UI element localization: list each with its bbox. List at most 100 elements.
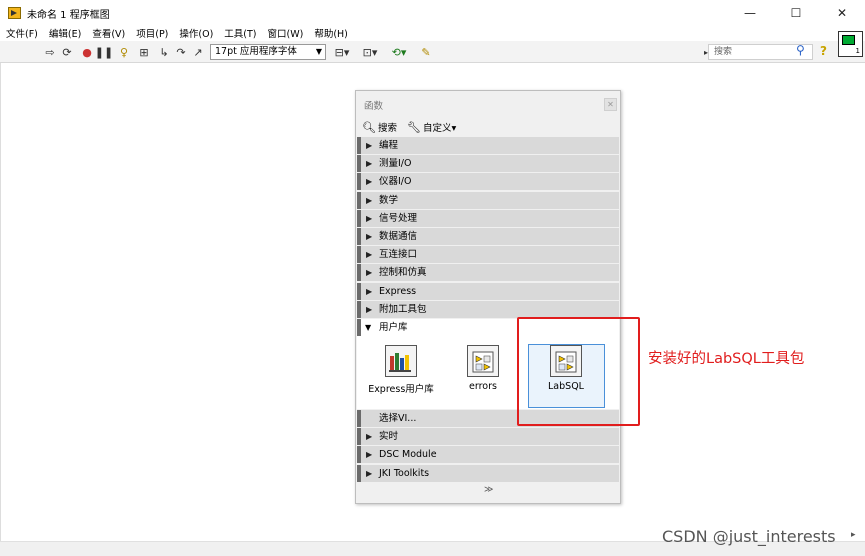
run-arrow-icon[interactable]: ⇨: [43, 45, 57, 59]
expand-triangle-icon: ▶: [366, 286, 373, 296]
expand-triangle-icon: ▶: [366, 159, 373, 169]
vi-library-icon: [467, 345, 499, 377]
category-measurement-io[interactable]: ▶ 测量I/O: [357, 155, 619, 173]
context-help-button[interactable]: ?: [820, 44, 832, 60]
category-express[interactable]: ▶ Express: [357, 282, 619, 300]
category-mathematics[interactable]: ▶ 数学: [357, 191, 619, 209]
palette-customize-button[interactable]: 🔧︎ 自定义▾: [406, 120, 457, 135]
category-label: JKI Toolkits: [379, 467, 430, 479]
library-label: errors: [469, 381, 497, 392]
menu-tools[interactable]: 工具(T): [224, 26, 256, 40]
distribute-objects-icon[interactable]: ⊡▾: [361, 45, 379, 59]
category-programming[interactable]: ▶ 编程: [357, 137, 619, 154]
palette-title: 函数: [364, 101, 384, 112]
expand-triangle-icon: ▶: [366, 250, 373, 260]
title-bar: 未命名 1 程序框图 — ☐ ✕: [0, 0, 865, 26]
books-icon: [385, 345, 417, 377]
category-connectivity[interactable]: ▶ 互连接口: [357, 246, 619, 264]
library-express-user-libraries[interactable]: Express用户库: [368, 345, 434, 395]
vi-icon[interactable]: 1: [838, 31, 863, 57]
annotation-highlight-box: [517, 317, 640, 426]
watermark: CSDN @just_interests: [662, 527, 836, 546]
menu-window[interactable]: 窗口(W): [268, 26, 304, 40]
category-control-simulation[interactable]: ▶ 控制和仿真: [357, 264, 619, 282]
step-into-icon[interactable]: ↳: [157, 45, 171, 59]
category-label: 附加工具包: [379, 303, 427, 315]
expand-triangle-icon: ▶: [366, 195, 373, 205]
reorder-icon[interactable]: ⟲▾: [390, 45, 408, 59]
palette-close-button[interactable]: ✕: [604, 98, 617, 111]
align-objects-icon[interactable]: ⊟▾: [333, 45, 351, 59]
magnifier-icon: 🔍︎: [362, 120, 376, 134]
scroll-right-icon[interactable]: ▸: [851, 530, 856, 540]
expand-triangle-icon: ▶: [366, 432, 373, 442]
category-data-communication[interactable]: ▶ 数据通信: [357, 227, 619, 245]
step-over-icon[interactable]: ↷: [174, 45, 188, 59]
run-continuously-icon[interactable]: ⟳: [60, 45, 74, 59]
expand-triangle-icon: ▶: [366, 177, 373, 187]
menu-project[interactable]: 项目(P): [136, 26, 168, 40]
category-label: 互连接口: [379, 249, 418, 261]
abort-icon[interactable]: ●: [80, 45, 94, 59]
toolbar: ⇨ ⟳ ● ❚❚ ♀ ⊞ ↳ ↷ ↗ 17pt 应用程序字体 ▼ ⊟▾ ⊡▾ ⟲…: [0, 41, 865, 63]
category-signal-processing[interactable]: ▶ 信号处理: [357, 209, 619, 227]
vi-icon-screen: [842, 35, 855, 45]
annotation-text: 安装好的LabSQL工具包: [648, 351, 805, 367]
category-jki-toolkits[interactable]: ▶ JKI Toolkits: [357, 464, 619, 482]
search-icon[interactable]: ⚲: [796, 43, 805, 57]
palette-customize-label: 自定义▾: [422, 123, 457, 134]
expand-triangle-icon: ▶: [366, 304, 373, 314]
category-label: 信号处理: [379, 212, 418, 224]
menu-file[interactable]: 文件(F): [6, 26, 38, 40]
category-label: 数学: [379, 194, 399, 206]
category-label: DSC Module: [379, 449, 437, 461]
expand-triangle-icon: ▶: [366, 231, 373, 241]
palette-toolbar: 🔍︎ 搜索 🔧︎ 自定义▾: [356, 118, 620, 136]
category-label: 实时: [379, 431, 399, 443]
labview-app-icon: [8, 7, 21, 19]
palette-search-label: 搜索: [377, 123, 397, 134]
category-label: 测量I/O: [379, 158, 412, 170]
category-label: Express: [379, 285, 417, 297]
menu-operate[interactable]: 操作(O): [179, 26, 213, 40]
wrench-icon: 🔧︎: [406, 120, 421, 134]
pause-icon[interactable]: ❚❚: [95, 45, 113, 59]
category-dsc-module[interactable]: ▶ DSC Module: [357, 446, 619, 464]
category-label: 选择VI...: [379, 413, 417, 424]
expand-triangle-icon: ▶: [366, 450, 373, 460]
category-label: 用户库: [379, 322, 408, 333]
menu-bar: 文件(F) 编辑(E) 查看(V) 项目(P) 操作(O) 工具(T) 窗口(W…: [0, 25, 865, 41]
palette-category-list: ▶ 编程 ▶ 测量I/O ▶ 仪器I/O ▶ 数学 ▶ 信号处理 ▶ 数据通信 ▶ 互连接口 …: [357, 137, 619, 319]
clean-up-diagram-icon[interactable]: ✎: [419, 45, 433, 59]
font-select-value: 17pt 应用程序字体: [215, 46, 297, 57]
maximize-button[interactable]: ☐: [773, 0, 819, 26]
menu-edit[interactable]: 编辑(E): [49, 26, 81, 40]
collapse-triangle-icon: ▼: [365, 323, 372, 332]
category-real-time[interactable]: ▶ 实时: [357, 428, 619, 446]
minimize-button[interactable]: —: [727, 0, 773, 26]
menu-help[interactable]: 帮助(H): [314, 26, 348, 40]
category-addons[interactable]: ▶ 附加工具包: [357, 300, 619, 318]
category-label: 编程: [379, 140, 399, 151]
category-label: 数据通信: [379, 230, 418, 242]
category-instrument-io[interactable]: ▶ 仪器I/O: [357, 173, 619, 191]
step-out-icon[interactable]: ↗: [191, 45, 205, 59]
expand-triangle-icon: ▶: [366, 141, 373, 150]
expand-triangle-icon: ▶: [366, 268, 373, 278]
functions-palette: 函数 ✕ 🔍︎ 搜索 🔧︎ 自定义▾ ▶ 编程 ▶ 测量I/O ▶ 仪器I/O ▶ 数学…: [355, 90, 621, 504]
chevron-down-icon: ▼: [315, 47, 322, 56]
vi-icon-number: 1: [855, 47, 860, 55]
palette-search-button[interactable]: 🔍︎ 搜索: [362, 120, 397, 135]
close-button[interactable]: ✕: [819, 0, 865, 26]
highlight-execution-icon[interactable]: ♀: [117, 45, 131, 59]
menu-view[interactable]: 查看(V): [92, 26, 125, 40]
library-label: Express用户库: [368, 384, 434, 395]
retain-wire-values-icon[interactable]: ⊞: [137, 45, 151, 59]
font-select[interactable]: 17pt 应用程序字体 ▼: [210, 44, 326, 60]
palette-header[interactable]: 函数 ✕: [356, 91, 620, 117]
expand-triangle-icon: ▶: [366, 468, 373, 478]
palette-more-button[interactable]: ≫: [484, 485, 493, 495]
category-label: 控制和仿真: [379, 267, 427, 279]
expand-triangle-icon: ▶: [366, 213, 373, 223]
library-errors[interactable]: errors: [454, 345, 512, 392]
